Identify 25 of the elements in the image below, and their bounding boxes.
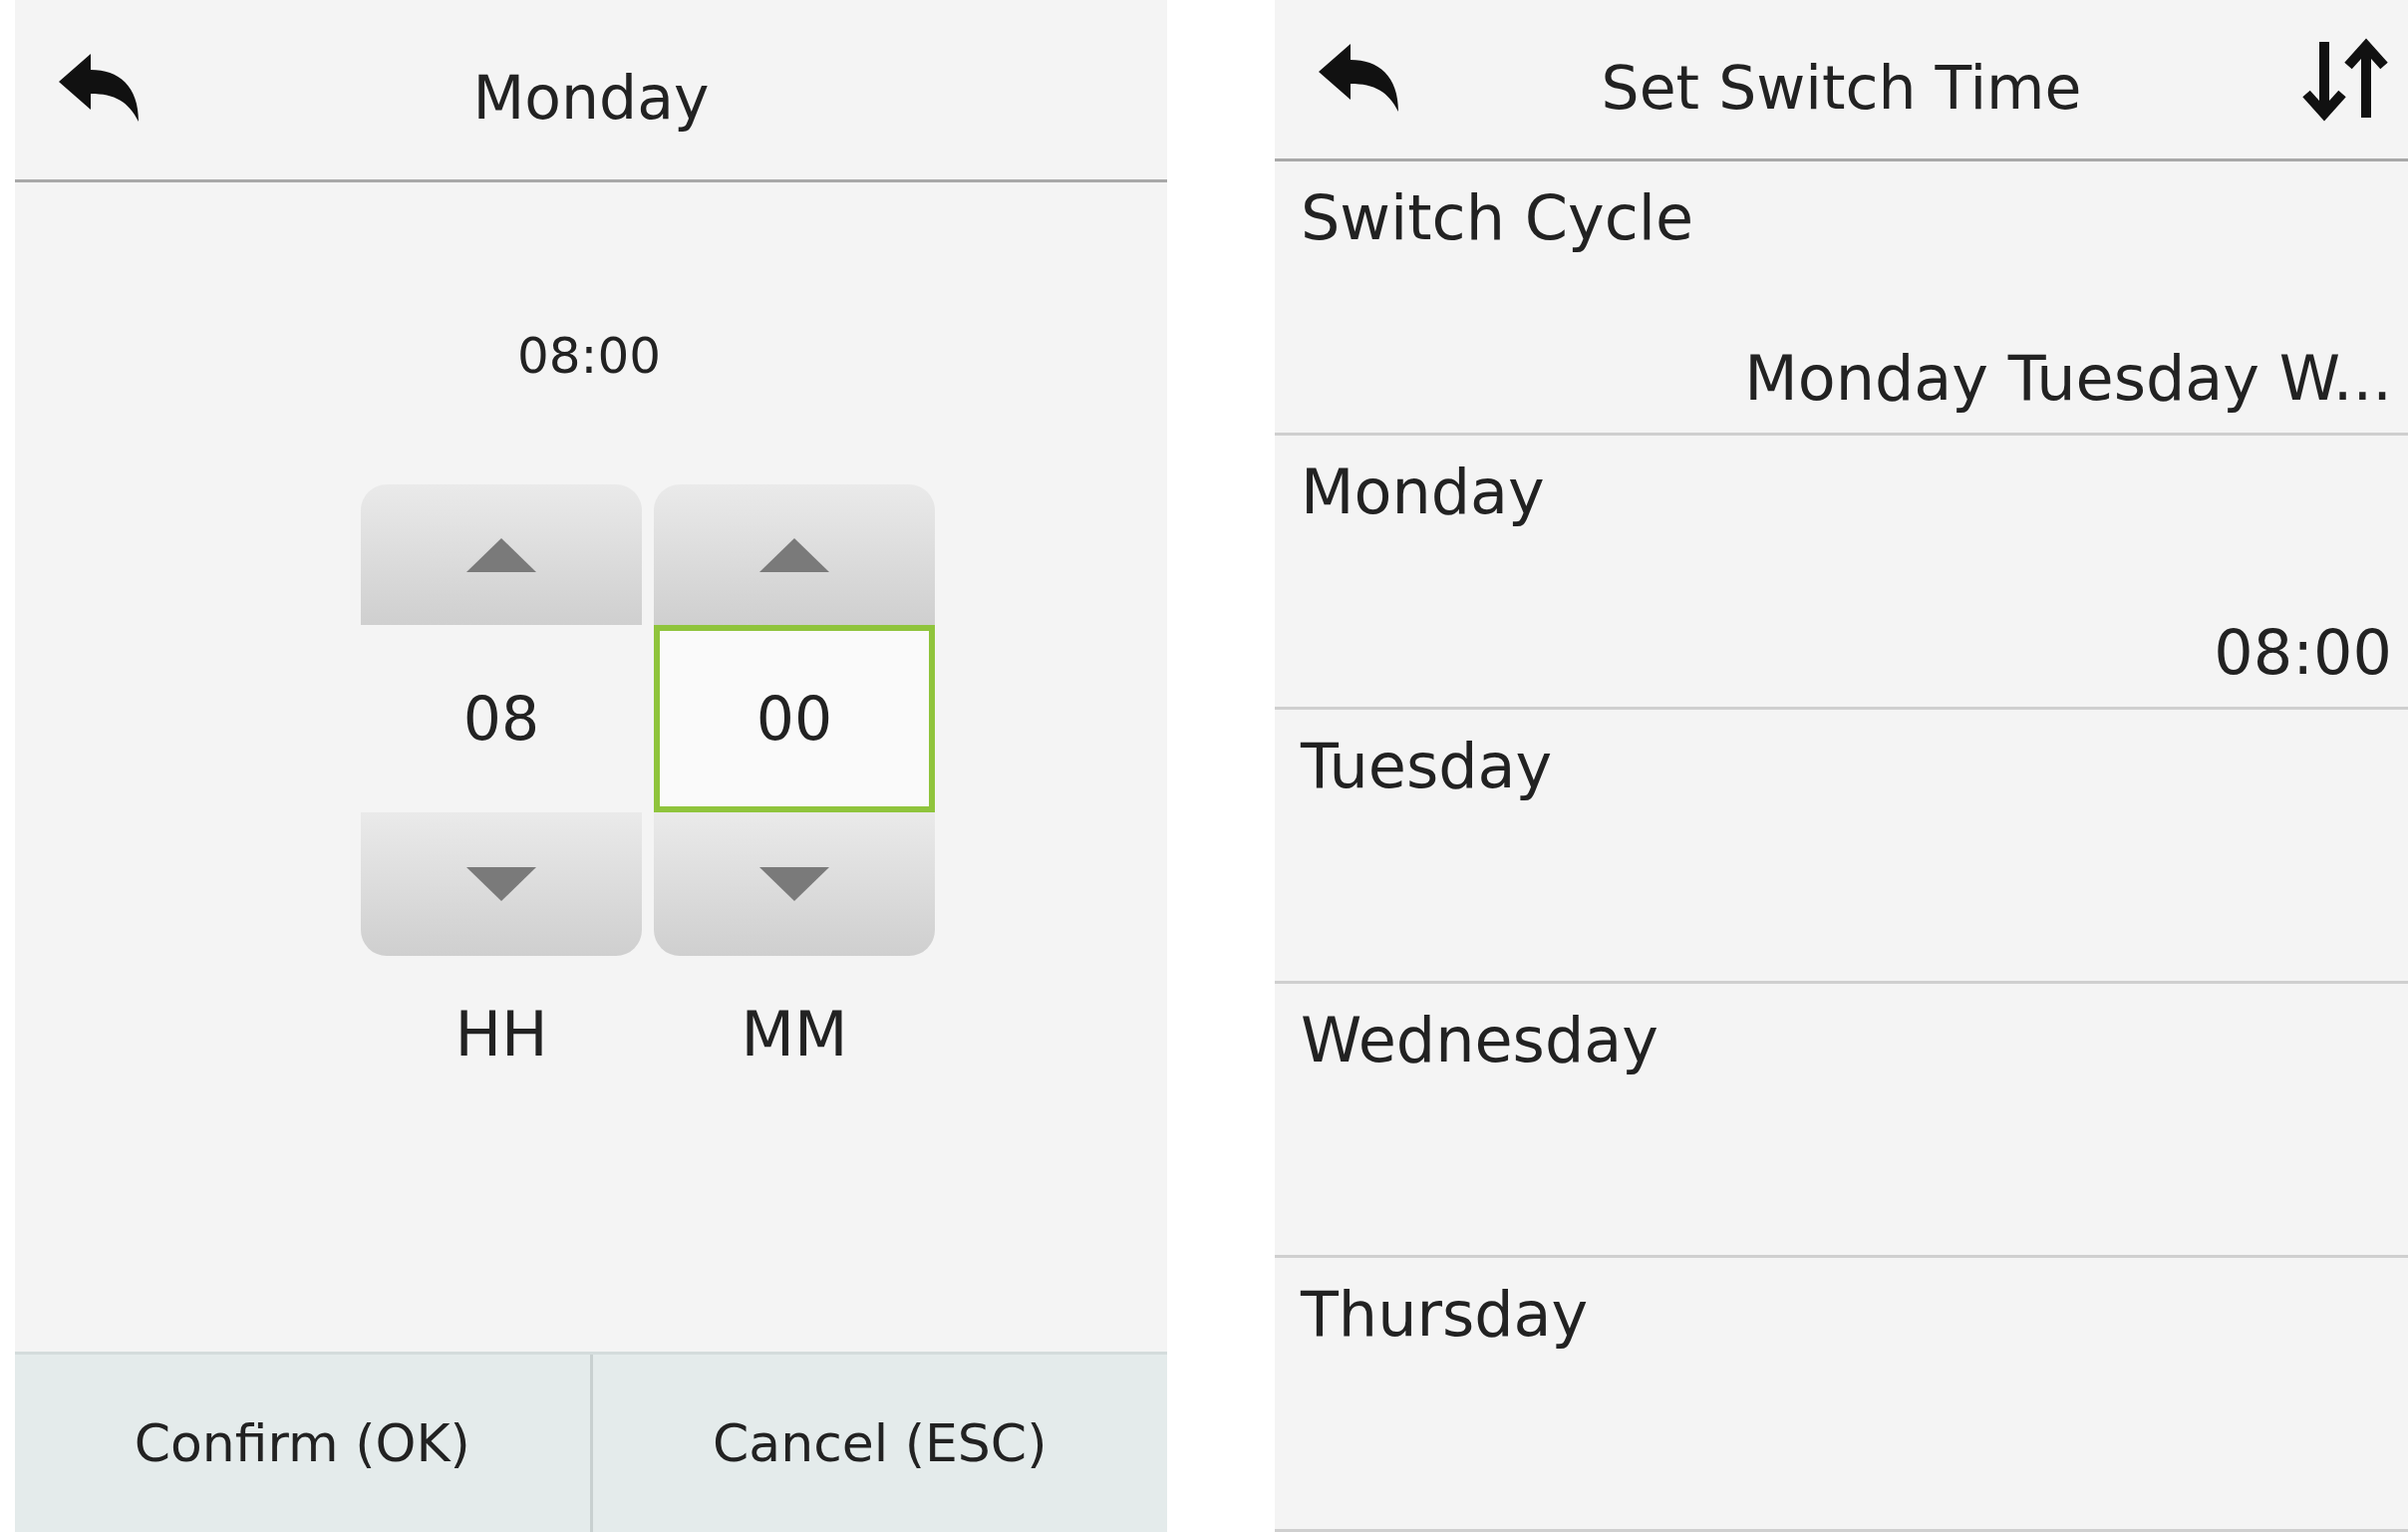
- setting-value: Monday Tuesday W...: [1744, 342, 2392, 415]
- value-field[interactable]: 00: [654, 625, 935, 812]
- field-label: HH: [454, 998, 548, 1071]
- setting-value: 08:00: [2214, 616, 2392, 689]
- down-triangle-icon: [759, 867, 829, 901]
- decrement-button[interactable]: [361, 812, 642, 956]
- setting-label: Tuesday: [1301, 730, 1553, 802]
- dialog-button[interactable]: Cancel (ESC): [589, 1355, 1167, 1532]
- setting-label: Thursday: [1301, 1278, 1589, 1351]
- screen-title: Set Switch Time: [1601, 52, 2082, 123]
- sort-icon[interactable]: [2300, 37, 2390, 122]
- setting-label: Switch Cycle: [1301, 181, 1694, 254]
- value-field[interactable]: 08: [361, 625, 642, 812]
- decrement-button[interactable]: [654, 812, 935, 956]
- setting-label: Monday: [1301, 456, 1545, 528]
- screen-title: Monday: [472, 63, 710, 133]
- down-triangle-icon: [466, 867, 536, 901]
- setting-label: Wednesday: [1301, 1004, 1658, 1076]
- increment-button[interactable]: [654, 484, 935, 625]
- time-readout: 08:00: [516, 327, 662, 385]
- up-triangle-icon: [466, 537, 536, 572]
- up-triangle-icon: [759, 537, 829, 572]
- increment-button[interactable]: [361, 484, 642, 625]
- field-label: MM: [741, 998, 848, 1071]
- dialog-button[interactable]: Confirm (OK): [15, 1355, 590, 1532]
